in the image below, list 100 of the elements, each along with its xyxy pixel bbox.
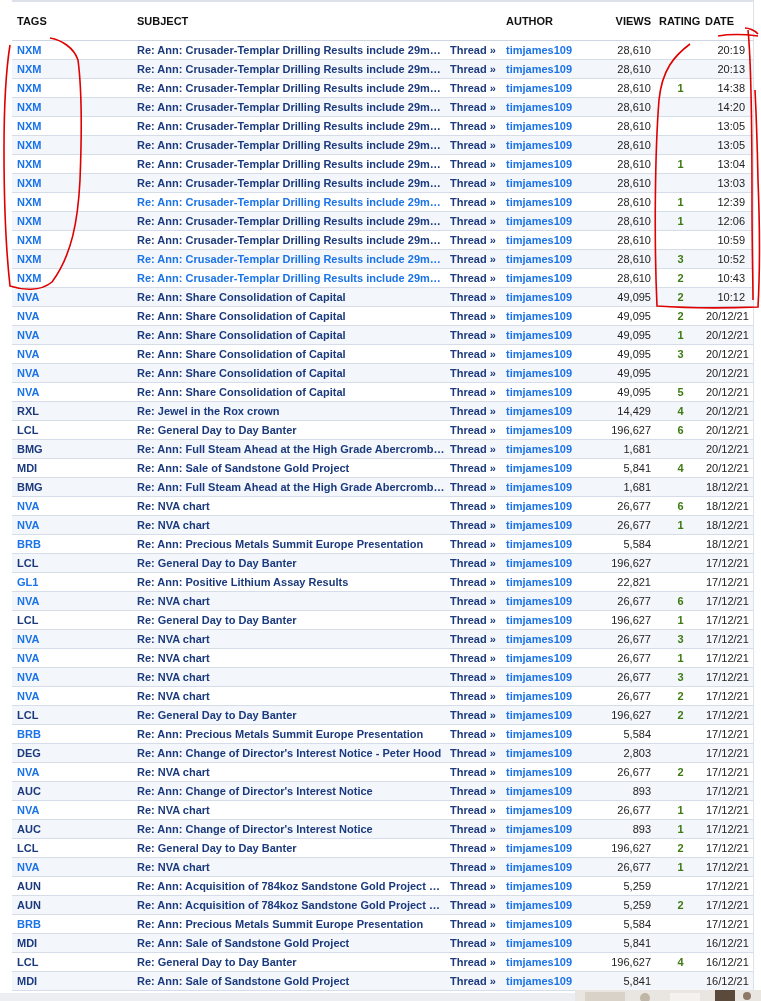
thread-link[interactable]: Thread » — [450, 614, 496, 626]
subject-link[interactable]: Re: Jewel in the Rox crown — [137, 405, 280, 417]
author-link[interactable]: timjames109 — [506, 348, 573, 360]
author-link[interactable]: timjames109 — [506, 272, 573, 284]
author-link[interactable]: timjames109 — [506, 310, 573, 322]
author-link[interactable]: timjames109 — [506, 291, 573, 303]
author-link[interactable]: timjames109 — [506, 196, 573, 208]
tag-link[interactable]: NXM — [17, 158, 42, 170]
author-link[interactable]: timjames109 — [506, 120, 573, 132]
author-link[interactable]: timjames109 — [506, 329, 573, 341]
thread-link[interactable]: Thread » — [450, 747, 496, 759]
thread-link[interactable]: Thread » — [450, 500, 496, 512]
author-link[interactable]: timjames109 — [506, 177, 573, 189]
author-link[interactable]: timjames109 — [506, 937, 573, 949]
tag-link[interactable]: NXM — [17, 139, 42, 151]
subject-link[interactable]: Re: NVA chart — [137, 861, 210, 873]
subject-link[interactable]: Re: General Day to Day Banter — [137, 842, 297, 854]
subject-link[interactable]: Re: Ann: Change of Director's Interest Notice — [137, 823, 373, 835]
tag-link[interactable]: MDI — [17, 937, 38, 949]
tag-link[interactable]: NXM — [17, 234, 42, 246]
thread-link[interactable]: Thread » — [450, 272, 496, 284]
thread-link[interactable]: Thread » — [450, 861, 496, 873]
author-link[interactable]: timjames109 — [506, 538, 573, 550]
tag-link[interactable]: NVA — [17, 766, 40, 778]
thread-link[interactable]: Thread » — [450, 823, 496, 835]
thread-link[interactable]: Thread » — [450, 956, 496, 968]
subject-link[interactable]: Re: NVA chart — [137, 766, 210, 778]
thread-link[interactable]: Thread » — [450, 139, 496, 151]
tag-link[interactable]: GL1 — [17, 576, 39, 588]
thread-link[interactable]: Thread » — [450, 196, 496, 208]
subject-link[interactable]: Re: Ann: Precious Metals Summit Europe Presentation — [137, 918, 424, 930]
subject-link[interactable]: Re: Ann: Share Consolidation of Capital — [137, 386, 346, 398]
tag-link[interactable]: NXM — [17, 101, 42, 113]
subject-link[interactable]: Re: Ann: Crusader-Templar Drilling Results include 29m… — [137, 158, 441, 170]
tag-link[interactable]: LCL — [17, 424, 39, 436]
author-link[interactable]: timjames109 — [506, 82, 573, 94]
author-link[interactable]: timjames109 — [506, 671, 573, 683]
author-link[interactable]: timjames109 — [506, 557, 573, 569]
author-link[interactable]: timjames109 — [506, 633, 573, 645]
author-link[interactable]: timjames109 — [506, 899, 573, 911]
thread-link[interactable]: Thread » — [450, 120, 496, 132]
subject-link[interactable]: Re: Ann: Crusader-Templar Drilling Results include 29m… — [137, 253, 441, 265]
tag-link[interactable]: NXM — [17, 120, 42, 132]
thread-link[interactable]: Thread » — [450, 880, 496, 892]
tag-link[interactable]: BRB — [17, 918, 41, 930]
subject-link[interactable]: Re: NVA chart — [137, 804, 210, 816]
subject-link[interactable]: Re: Ann: Full Steam Ahead at the High Grade Abercromb… — [137, 481, 445, 493]
thread-link[interactable]: Thread » — [450, 101, 496, 113]
tag-link[interactable]: NXM — [17, 82, 42, 94]
author-link[interactable]: timjames109 — [506, 918, 573, 930]
subject-link[interactable]: Re: Ann: Positive Lithium Assay Results — [137, 576, 349, 588]
subject-link[interactable]: Re: Ann: Crusader-Templar Drilling Results include 29m… — [137, 234, 441, 246]
thread-link[interactable]: Thread » — [450, 158, 496, 170]
subject-link[interactable]: Re: NVA chart — [137, 690, 210, 702]
subject-link[interactable]: Re: General Day to Day Banter — [137, 424, 297, 436]
thread-link[interactable]: Thread » — [450, 177, 496, 189]
thread-link[interactable]: Thread » — [450, 671, 496, 683]
author-link[interactable]: timjames109 — [506, 253, 573, 265]
thread-link[interactable]: Thread » — [450, 766, 496, 778]
subject-link[interactable]: Re: Ann: Crusader-Templar Drilling Results include 29m… — [137, 215, 441, 227]
thread-link[interactable]: Thread » — [450, 234, 496, 246]
author-link[interactable]: timjames109 — [506, 424, 573, 436]
thread-link[interactable]: Thread » — [450, 975, 496, 987]
tag-link[interactable]: NVA — [17, 348, 40, 360]
tag-link[interactable]: NVA — [17, 329, 40, 341]
author-link[interactable]: timjames109 — [506, 101, 573, 113]
tag-link[interactable]: NVA — [17, 310, 40, 322]
tag-link[interactable]: NXM — [17, 44, 42, 56]
tag-link[interactable]: NXM — [17, 272, 42, 284]
thread-link[interactable]: Thread » — [450, 424, 496, 436]
author-link[interactable]: timjames109 — [506, 690, 573, 702]
author-link[interactable]: timjames109 — [506, 975, 573, 987]
author-link[interactable]: timjames109 — [506, 804, 573, 816]
tag-link[interactable]: NVA — [17, 861, 40, 873]
thread-link[interactable]: Thread » — [450, 842, 496, 854]
tag-link[interactable]: NVA — [17, 690, 40, 702]
author-link[interactable]: timjames109 — [506, 576, 573, 588]
subject-link[interactable]: Re: Ann: Precious Metals Summit Europe Presentation — [137, 728, 424, 740]
subject-link[interactable]: Re: Ann: Crusader-Templar Drilling Results include 29m… — [137, 196, 441, 208]
subject-link[interactable]: Re: Ann: Sale of Sandstone Gold Project — [137, 975, 350, 987]
thread-link[interactable]: Thread » — [450, 519, 496, 531]
thread-link[interactable]: Thread » — [450, 82, 496, 94]
tag-link[interactable]: NVA — [17, 804, 40, 816]
subject-link[interactable]: Re: Ann: Crusader-Templar Drilling Results include 29m… — [137, 139, 441, 151]
subject-link[interactable]: Re: NVA chart — [137, 633, 210, 645]
subject-link[interactable]: Re: Ann: Share Consolidation of Capital — [137, 310, 346, 322]
author-link[interactable]: timjames109 — [506, 158, 573, 170]
author-link[interactable]: timjames109 — [506, 785, 573, 797]
author-link[interactable]: timjames109 — [506, 234, 573, 246]
thread-link[interactable]: Thread » — [450, 481, 496, 493]
subject-link[interactable]: Re: Ann: Change of Director's Interest Notice - Peter Hood — [137, 747, 442, 759]
author-link[interactable]: timjames109 — [506, 728, 573, 740]
subject-link[interactable]: Re: Ann: Acquisition of 784koz Sandstone Gold Project … — [137, 880, 440, 892]
thread-link[interactable]: Thread » — [450, 937, 496, 949]
subject-link[interactable]: Re: Ann: Crusader-Templar Drilling Results include 29m… — [137, 82, 441, 94]
thread-link[interactable]: Thread » — [450, 595, 496, 607]
thread-link[interactable]: Thread » — [450, 443, 496, 455]
tag-link[interactable]: LCL — [17, 557, 39, 569]
thread-link[interactable]: Thread » — [450, 215, 496, 227]
subject-link[interactable]: Re: Ann: Full Steam Ahead at the High Grade Abercromb… — [137, 443, 445, 455]
